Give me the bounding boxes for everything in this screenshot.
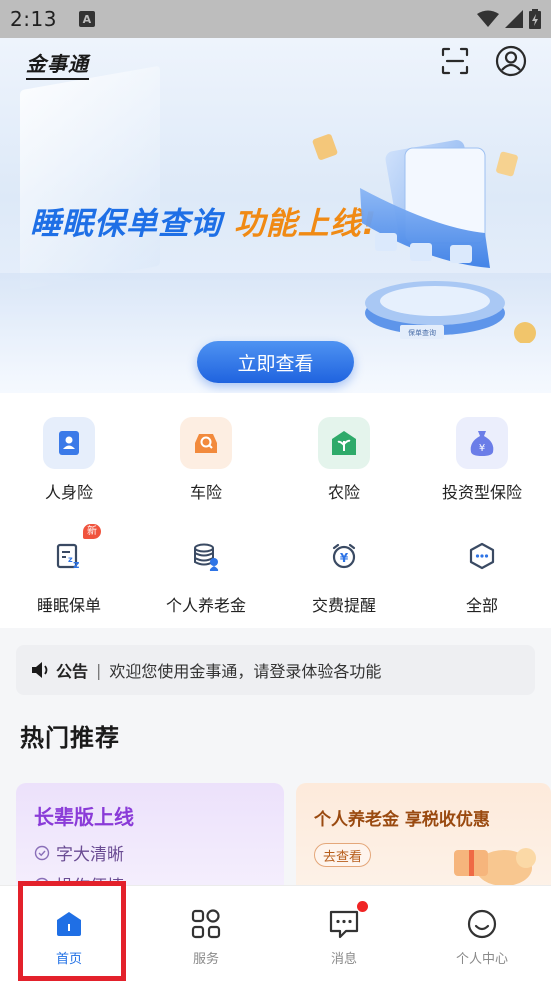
- grid-label: 个人养老金: [165, 596, 246, 615]
- new-badge: 新: [83, 524, 101, 539]
- coupon-decoration-icon: [312, 134, 338, 160]
- more-hexagon-icon: [456, 530, 508, 582]
- grid-label: 投资型保险: [441, 483, 522, 502]
- money-bag-icon: ¥: [456, 417, 508, 469]
- status-icons: [477, 9, 541, 29]
- grid-label: 全部: [465, 596, 498, 615]
- pension-view-button[interactable]: 去查看: [314, 843, 372, 867]
- battery-charging-icon: [529, 9, 541, 29]
- hero-banner[interactable]: 金事通 睡眠保单查询 功能上线! 保单查询 立即查看: [0, 38, 551, 393]
- user-icon[interactable]: [495, 45, 527, 77]
- payment-alarm-icon: ¥: [318, 530, 370, 582]
- grid-item-all[interactable]: 全部: [417, 530, 547, 616]
- svg-text:¥: ¥: [340, 551, 349, 565]
- home-tab-highlight-box: [18, 881, 126, 981]
- nav-label-profile: 个人中心: [455, 952, 508, 967]
- grid-label: 农险: [327, 483, 360, 502]
- grid-item-payment-reminder[interactable]: ¥ 交费提醒: [279, 530, 409, 616]
- grid-label: 车险: [189, 483, 222, 502]
- wifi-icon: [477, 10, 499, 27]
- pension-tax-card[interactable]: 个人养老金 享税收优惠 去查看: [296, 783, 551, 893]
- elder-mode-card[interactable]: 长辈版上线 字大清晰 操作便捷: [16, 783, 284, 893]
- grid-item-investment-insurance[interactable]: ¥ 投资型保险: [417, 417, 547, 503]
- nav-label-services: 服务: [192, 952, 219, 967]
- announcement-separator: |: [96, 660, 102, 680]
- check-circle-icon: [34, 845, 50, 860]
- app-screen: 2:13 A 金事通 睡眠保单查询 功能上线! 保单查询 立即查看 人身险 车险…: [0, 0, 551, 981]
- nav-tab-messages[interactable]: 消息: [289, 886, 399, 981]
- grid-item-personal-pension[interactable]: 个人养老金: [141, 530, 271, 616]
- svg-text:z: z: [73, 558, 79, 571]
- grid-item-car-insurance[interactable]: 车险: [141, 417, 271, 503]
- message-icon-wrapper: [328, 901, 368, 940]
- gift-coins-decoration: [454, 848, 536, 886]
- car-insurance-icon: [180, 417, 232, 469]
- hero-window-decoration: [20, 65, 160, 291]
- banner-text-main: 睡眠保单查询: [30, 206, 222, 242]
- grid-label: 睡眠保单: [36, 596, 101, 615]
- grid-item-life-insurance[interactable]: 人身险: [4, 417, 134, 503]
- policy-query-illustration: 保单查询: [360, 140, 536, 343]
- illustration-caption: 保单查询: [408, 328, 436, 337]
- elder-card-feature: 字大清晰: [34, 840, 124, 865]
- view-now-button[interactable]: 立即查看: [197, 341, 354, 383]
- grid-label: 交费提醒: [311, 596, 376, 615]
- scan-icon[interactable]: [440, 46, 470, 76]
- grid-item-agri-insurance[interactable]: 农险: [279, 417, 409, 503]
- smile-profile-icon: [467, 909, 497, 939]
- grid-item-sleep-policy[interactable]: zz 新 睡眠保单: [4, 524, 134, 616]
- app-title: 金事通: [26, 48, 89, 80]
- status-bar: 2:13 A: [0, 0, 551, 38]
- status-time: 2:13: [10, 7, 57, 31]
- nav-tab-services[interactable]: 服务: [151, 886, 261, 981]
- nav-tab-profile[interactable]: 个人中心: [427, 886, 537, 981]
- svg-text:z: z: [68, 555, 73, 564]
- elder-card-title: 长辈版上线: [34, 805, 134, 829]
- speaker-icon: [32, 662, 48, 678]
- message-icon: [329, 910, 359, 939]
- notification-a-icon: A: [78, 11, 95, 27]
- elder-feature-text: 字大清晰: [56, 845, 124, 865]
- hot-recommend-title: 热门推荐: [20, 724, 120, 752]
- announcement-text: 欢迎您使用金事通，请登录体验各功能: [109, 662, 382, 681]
- announcement-label: 公告: [56, 662, 89, 681]
- pension-card-title: 个人养老金 享税收优惠: [314, 810, 490, 830]
- grid-services-icon: [191, 909, 221, 939]
- agri-insurance-icon: [318, 417, 370, 469]
- announcement-bar[interactable]: 公告 | 欢迎您使用金事通，请登录体验各功能: [16, 645, 535, 695]
- nav-label-messages: 消息: [330, 952, 357, 967]
- unread-dot: [357, 901, 368, 912]
- banner-headline: 睡眠保单查询 功能上线!: [30, 198, 377, 243]
- sleep-policy-icon: zz 新: [43, 524, 101, 582]
- feature-grid: 人身险 车险 农险 ¥ 投资型保险 zz 新 睡眠保单 个人养老金 ¥ 交费提醒…: [0, 400, 551, 628]
- signal-icon: [505, 10, 523, 28]
- svg-text:¥: ¥: [479, 443, 485, 454]
- grid-label: 人身险: [44, 483, 93, 502]
- pension-coins-icon: [180, 530, 232, 582]
- person-insurance-icon: [43, 417, 95, 469]
